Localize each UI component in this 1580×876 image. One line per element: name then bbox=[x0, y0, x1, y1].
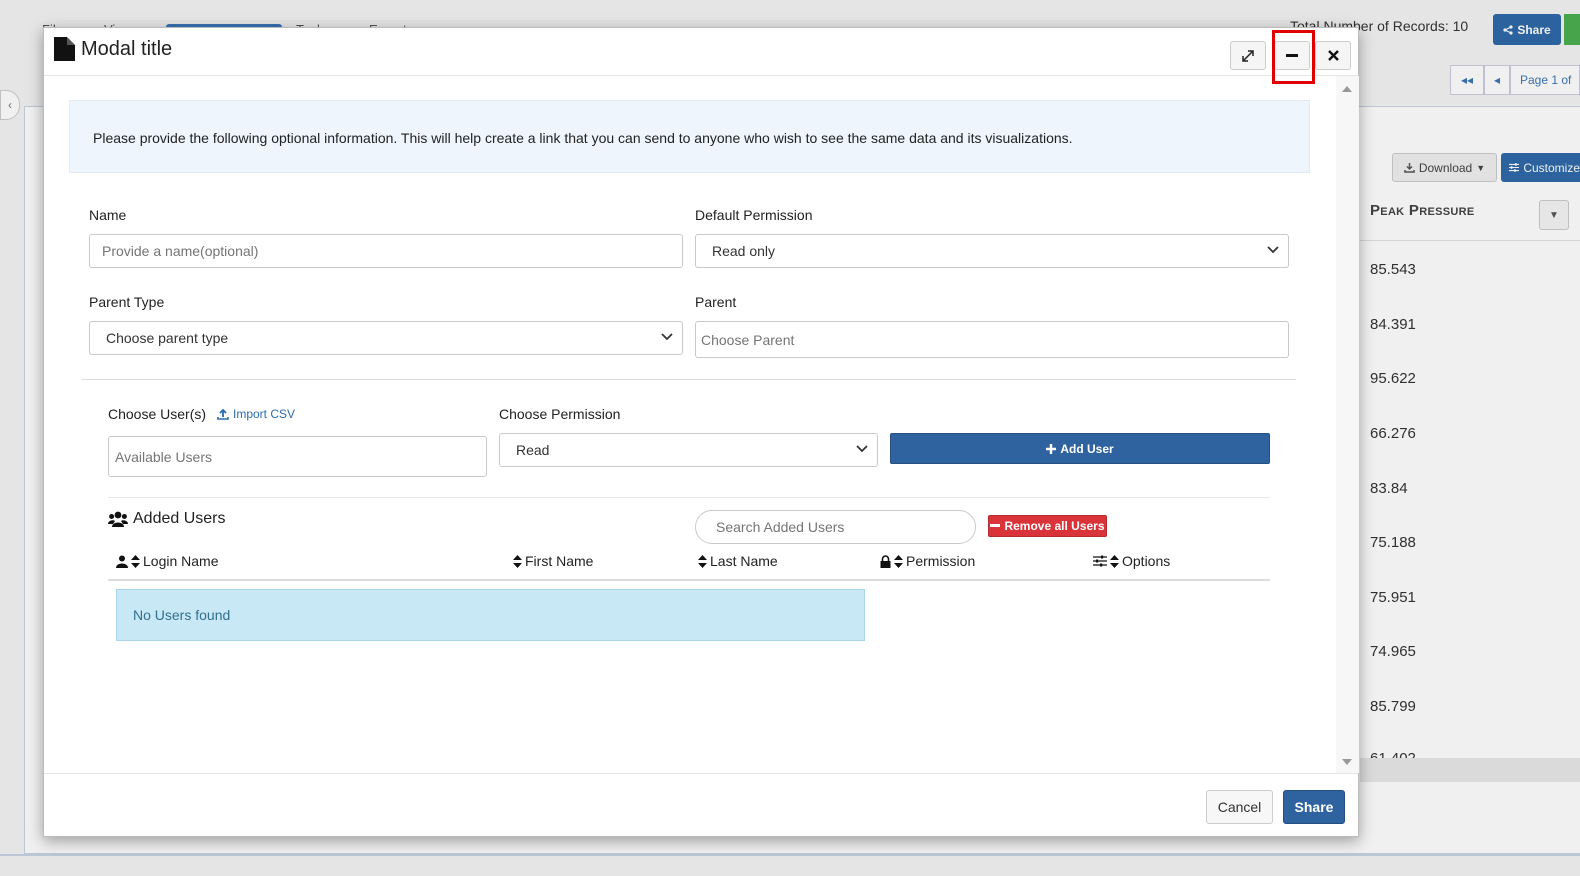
chevron-down-icon bbox=[856, 445, 868, 453]
remove-all-users-button[interactable]: Remove all Users bbox=[988, 515, 1107, 537]
parent-type-select[interactable]: Choose parent type bbox=[89, 321, 683, 355]
sort-icon bbox=[894, 554, 903, 568]
user-icon bbox=[116, 555, 128, 568]
column-header-login-name[interactable]: Login Name bbox=[116, 553, 219, 569]
table-header-divider bbox=[108, 579, 1270, 581]
sort-icon bbox=[698, 554, 707, 568]
default-permission-label: Default Permission bbox=[695, 207, 813, 223]
chevron-down-icon bbox=[661, 333, 673, 341]
column-header-options[interactable]: Options bbox=[1093, 553, 1170, 569]
expand-button[interactable] bbox=[1230, 41, 1266, 70]
file-icon bbox=[54, 37, 75, 61]
expand-icon bbox=[1242, 49, 1254, 62]
info-alert: Please provide the following optional in… bbox=[69, 100, 1310, 173]
chevron-down-icon bbox=[1267, 246, 1279, 254]
share-modal: Modal title Please provide the following… bbox=[43, 27, 1359, 837]
column-header-permission[interactable]: Permission bbox=[880, 553, 975, 569]
parent-type-value: Choose parent type bbox=[106, 330, 229, 346]
users-icon bbox=[108, 511, 128, 527]
modal-footer: Cancel Share bbox=[44, 773, 1358, 837]
choose-permission-label: Choose Permission bbox=[499, 406, 621, 422]
name-label: Name bbox=[89, 207, 127, 223]
scroll-down-arrow-icon[interactable] bbox=[1342, 759, 1352, 765]
import-csv-label: Import CSV bbox=[233, 407, 296, 421]
default-permission-select[interactable]: Read only bbox=[695, 234, 1289, 268]
share-button[interactable]: Share bbox=[1283, 790, 1345, 824]
parent-input[interactable] bbox=[695, 321, 1289, 358]
added-users-title: Added Users bbox=[133, 510, 226, 527]
column-header-last-name[interactable]: Last Name bbox=[698, 553, 778, 569]
default-permission-value: Read only bbox=[712, 243, 776, 259]
scroll-up-arrow-icon[interactable] bbox=[1342, 86, 1352, 92]
search-added-users-input[interactable] bbox=[695, 510, 976, 544]
parent-type-label: Parent Type bbox=[89, 294, 165, 310]
modal-title: Modal title bbox=[81, 37, 173, 60]
permission-label: Permission bbox=[906, 553, 976, 569]
modal-header: Modal title bbox=[44, 28, 1358, 84]
remove-all-label: Remove all Users bbox=[1004, 519, 1105, 533]
options-label: Options bbox=[1122, 553, 1171, 569]
name-input[interactable] bbox=[89, 234, 683, 268]
add-user-button[interactable]: Add User bbox=[890, 433, 1270, 464]
permission-select[interactable]: Read bbox=[499, 433, 878, 467]
last-name-label: Last Name bbox=[710, 553, 778, 569]
available-users-input[interactable] bbox=[108, 436, 487, 477]
minus-icon bbox=[990, 524, 1001, 527]
upload-icon bbox=[217, 408, 229, 420]
import-csv-link[interactable]: Import CSV bbox=[217, 407, 295, 421]
minimize-button[interactable] bbox=[1274, 41, 1310, 70]
choose-users-label: Choose User(s) bbox=[108, 406, 207, 422]
sliders-icon bbox=[1093, 555, 1107, 567]
permission-value: Read bbox=[516, 442, 550, 458]
lock-icon bbox=[880, 554, 891, 568]
section-divider bbox=[82, 379, 1296, 380]
added-users-heading: Added Users bbox=[108, 510, 226, 528]
sort-icon bbox=[1110, 554, 1119, 568]
close-button[interactable] bbox=[1315, 41, 1351, 70]
login-name-label: Login Name bbox=[143, 553, 219, 569]
no-users-alert: No Users found bbox=[116, 589, 865, 641]
column-header-first-name[interactable]: First Name bbox=[513, 553, 593, 569]
minus-icon bbox=[1286, 53, 1298, 57]
cancel-button[interactable]: Cancel bbox=[1206, 790, 1273, 824]
modal-vertical-scrollbar[interactable] bbox=[1336, 76, 1359, 773]
sort-icon bbox=[131, 554, 140, 568]
close-icon bbox=[1327, 50, 1339, 61]
plus-icon bbox=[1046, 443, 1057, 454]
modal-title-group: Modal title bbox=[54, 37, 172, 61]
modal-body: Please provide the following optional in… bbox=[44, 76, 1336, 773]
parent-label: Parent bbox=[695, 294, 737, 310]
add-user-label: Add User bbox=[1060, 441, 1114, 456]
users-divider bbox=[108, 497, 1270, 498]
first-name-label: First Name bbox=[525, 553, 594, 569]
sort-icon bbox=[513, 554, 522, 568]
